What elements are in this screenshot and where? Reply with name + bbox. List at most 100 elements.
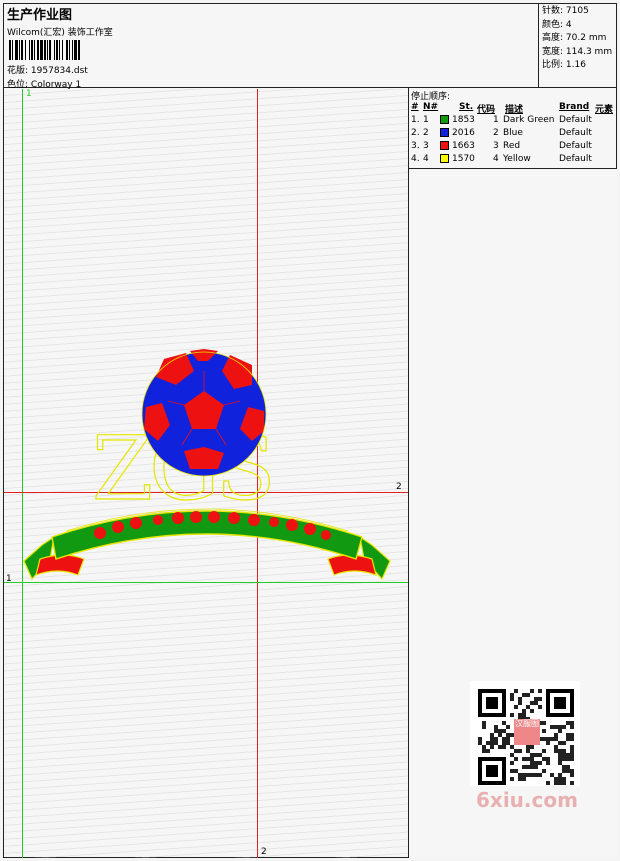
qr-module [562, 769, 566, 773]
qr-module [506, 741, 510, 745]
color-swatch [440, 128, 449, 137]
qr-logo-stamp: 汉服图 [514, 719, 540, 745]
qr-module [514, 705, 518, 709]
barcode [9, 40, 143, 60]
qr-module [566, 765, 570, 769]
qr-finder [486, 697, 498, 709]
qr-module [570, 773, 574, 777]
qr-module [554, 777, 558, 781]
qr-module [482, 721, 486, 725]
qr-module [546, 741, 550, 745]
qr-module [522, 693, 526, 697]
qr-module [530, 709, 534, 713]
qr-module [546, 781, 550, 785]
qr-module [530, 745, 534, 749]
qr-module [526, 749, 530, 753]
qr-module [542, 757, 546, 761]
qr-module [490, 741, 494, 745]
qr-module [558, 729, 562, 733]
qr-module [518, 713, 522, 717]
stop-sequence-title: 停止顺序: [411, 92, 451, 102]
qr-module [498, 729, 502, 733]
qr-module [530, 761, 534, 765]
qr-module [542, 737, 546, 741]
qr-module [558, 773, 562, 777]
qr-module [570, 721, 574, 725]
col-header-description: 描述 [505, 105, 524, 115]
table-row: 4. 4 1570 4 Yellow Default [411, 154, 592, 164]
qr-module [554, 737, 558, 741]
qr-module [558, 781, 562, 785]
page-title: 生产作业图 [7, 8, 73, 23]
qr-module [522, 757, 526, 761]
qr-module [490, 737, 494, 741]
qr-module [570, 769, 574, 773]
qr-module [506, 725, 510, 729]
qr-module [566, 721, 570, 725]
qr-module [546, 761, 550, 765]
qr-module [518, 773, 522, 777]
qr-module [486, 741, 490, 745]
qr-module [538, 761, 542, 765]
qr-module [550, 737, 554, 741]
qr-module [562, 781, 566, 785]
qr-module [562, 777, 566, 781]
qr-module [558, 725, 562, 729]
qr-module [510, 761, 514, 765]
qr-module [530, 753, 534, 757]
qr-module [482, 745, 486, 749]
qr-module [562, 749, 566, 753]
qr-module [550, 773, 554, 777]
qr-module [506, 737, 510, 741]
col-header-code: 代码 [477, 105, 496, 115]
qr-module [526, 765, 530, 769]
qr-module [566, 733, 570, 737]
qr-module [530, 757, 534, 761]
qr-module [478, 737, 482, 741]
qr-module [570, 753, 574, 757]
col-header-brand: Brand [559, 102, 590, 112]
qr-module [562, 753, 566, 757]
table-row: 2. 2 2016 2 Blue Default [411, 128, 592, 138]
qr-module [526, 693, 530, 697]
barcode-bar [78, 40, 80, 60]
qr-module [570, 733, 574, 737]
qr-module [510, 697, 514, 701]
qr-module [558, 777, 562, 781]
qr-module [542, 721, 546, 725]
qr-module [530, 701, 534, 705]
header: 生产作业图 Wilcom(汇宏) 装饰工作室 花版: 1957834.dst 色… [3, 3, 617, 90]
qr-module [510, 753, 514, 757]
qr-module [570, 749, 574, 753]
watermark-logo: 6xiu.com [476, 788, 578, 812]
qr-module [526, 757, 530, 761]
qr-module [530, 765, 534, 769]
spec-colors: 颜色: 4 [542, 19, 572, 30]
qr-module [510, 777, 514, 781]
qr-module [542, 749, 546, 753]
qr-module [566, 753, 570, 757]
qr-module [550, 725, 554, 729]
qr-module [494, 729, 498, 733]
qr-module [562, 725, 566, 729]
qr-module [534, 761, 538, 765]
qr-module [490, 733, 494, 737]
qr-module [502, 745, 506, 749]
qr-module [562, 765, 566, 769]
qr-module [490, 745, 494, 749]
qr-module [554, 781, 558, 785]
qr-module [494, 725, 498, 729]
qr-module [494, 741, 498, 745]
qr-module [558, 749, 562, 753]
qr-module [510, 769, 514, 773]
qr-module [518, 777, 522, 781]
spec-stitches: 针数: 7105 [542, 6, 589, 16]
design-label: 花版: [7, 66, 29, 76]
qr-module [478, 741, 482, 745]
qr-module [542, 769, 546, 773]
qr-module [526, 745, 530, 749]
qr-module [522, 709, 526, 713]
qr-module [546, 737, 550, 741]
qr-module [502, 721, 506, 725]
col-header-stitches: St. [459, 102, 474, 112]
